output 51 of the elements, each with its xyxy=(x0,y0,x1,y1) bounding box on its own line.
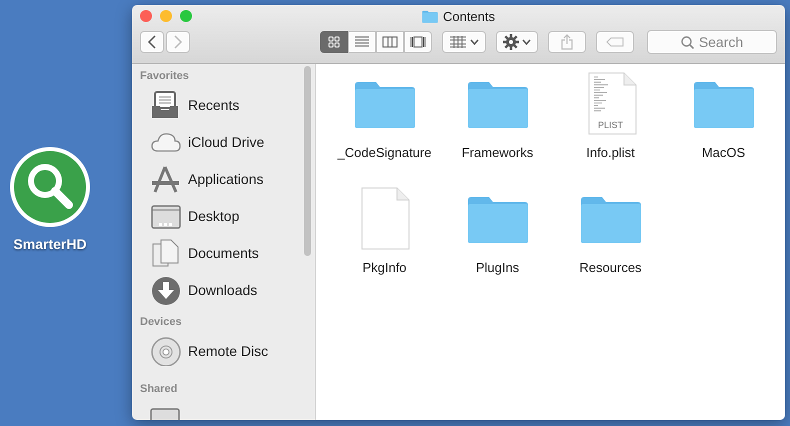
view-mode-button[interactable] xyxy=(376,31,404,53)
gear-icon xyxy=(503,34,519,50)
gallery-icon xyxy=(410,34,426,50)
folder-icon xyxy=(422,10,438,22)
download-icon xyxy=(150,274,182,304)
arrange-button[interactable] xyxy=(442,31,486,53)
file-item[interactable]: Frameworks xyxy=(441,71,554,186)
sidebar-item[interactable]: Remote Disc xyxy=(140,332,315,369)
chevron-right-icon xyxy=(173,35,183,49)
tag-icon xyxy=(606,37,624,47)
sidebar-item[interactable]: iCloud Drive xyxy=(140,123,315,160)
file-item[interactable]: PkgInfo xyxy=(328,186,441,301)
app-label: SmarterHD xyxy=(13,236,87,252)
document-icon xyxy=(358,187,410,251)
view-mode-button[interactable] xyxy=(404,31,432,53)
back-button[interactable] xyxy=(140,31,164,53)
compass-icon xyxy=(150,164,182,194)
sidebar-item[interactable]: Documents xyxy=(140,234,315,271)
file-item[interactable]: MacOS xyxy=(667,71,780,186)
file-item[interactable]: PlugIns xyxy=(441,186,554,301)
close-button[interactable] xyxy=(140,10,152,22)
folder-icon xyxy=(580,194,642,244)
sidebar-item[interactable]: Recents xyxy=(140,86,315,123)
sidebar-item[interactable]: Downloads xyxy=(140,271,315,308)
caret-icon xyxy=(470,39,479,45)
file-item[interactable]: _CodeSignature xyxy=(328,71,441,186)
folder-icon xyxy=(354,79,416,129)
file-item[interactable]: PLIST Info.plist xyxy=(554,71,667,186)
view-mode-button[interactable] xyxy=(320,31,348,53)
caret-icon xyxy=(522,39,531,45)
action-button[interactable] xyxy=(496,31,538,53)
chevron-left-icon xyxy=(147,35,157,49)
grid-icon xyxy=(449,35,467,49)
plist-file-icon: PLIST xyxy=(586,72,636,136)
section-heading: Shared xyxy=(140,383,178,397)
folder-icon xyxy=(692,79,754,129)
magnifier-app-icon[interactable] xyxy=(9,146,91,228)
file-item[interactable]: Resources xyxy=(554,186,667,301)
section-heading: Devices xyxy=(140,316,183,330)
sidebar-item[interactable]: Desktop xyxy=(140,197,315,234)
columns-icon xyxy=(382,34,398,50)
share-icon xyxy=(561,34,573,50)
search-icon xyxy=(680,36,694,48)
folder-icon xyxy=(466,194,528,244)
sidebar-item[interactable]: Applications xyxy=(140,160,315,197)
folder-icon xyxy=(466,79,528,129)
section-heading: Favorites xyxy=(140,70,190,84)
view-mode-button[interactable] xyxy=(348,31,376,53)
grid-icon xyxy=(326,34,342,50)
window-title: Contents xyxy=(442,8,496,24)
scrollbar[interactable] xyxy=(304,66,311,256)
